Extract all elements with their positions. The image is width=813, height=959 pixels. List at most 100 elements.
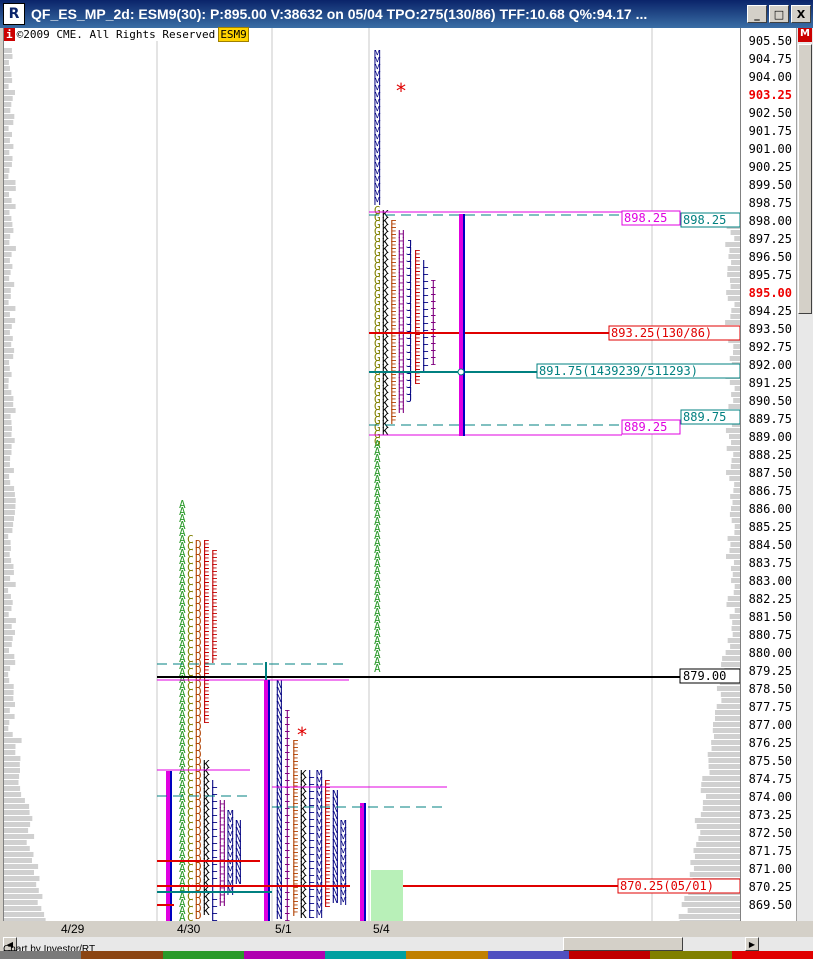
symbol-badge[interactable]: ESM9: [218, 27, 249, 42]
volume-bar: [732, 350, 740, 355]
volume-bar: [731, 518, 740, 523]
chart-canvas[interactable]: MMMMMMMMMMMMMMMMMMMMMMGGGGGGGGGGGGGGGGGG…: [4, 28, 740, 921]
volume-bar: [4, 558, 12, 563]
volume-bar: [4, 492, 15, 497]
va-bar-5-4: [459, 214, 463, 436]
volume-bar: [730, 314, 740, 319]
volume-bar: [693, 848, 740, 853]
info-badge[interactable]: i: [4, 28, 15, 41]
volume-bar: [684, 896, 740, 901]
price-tick: 869.50: [748, 898, 792, 912]
volume-bar: [4, 720, 10, 725]
volume-bar: [4, 234, 11, 239]
volume-bar: [4, 294, 11, 299]
tpo-profile-5-4: MMMMMMMMMMMMMMMMMMMMMMGGGGGGGGGGGGGGGGGG…: [374, 48, 437, 675]
volume-bar: [4, 330, 10, 335]
date-tick: 5/1: [275, 922, 292, 936]
price-tick: 871.75: [748, 844, 792, 858]
va-low-label: 889.25: [621, 419, 681, 435]
price-tick: 871.00: [748, 862, 792, 876]
volume-bar: [4, 270, 11, 275]
volume-bar: [4, 912, 45, 917]
volume-bar: [4, 438, 15, 443]
volume-bar: [4, 840, 27, 845]
tpo-letter: A: [374, 662, 381, 675]
volume-bar: [729, 380, 740, 385]
volume-bar: [702, 776, 740, 781]
vertical-scroll-thumb[interactable]: [798, 44, 812, 314]
vertical-scrollbar[interactable]: M: [796, 28, 813, 921]
volume-bar: [698, 836, 740, 841]
tpo-letter: E: [203, 713, 210, 726]
title-bar: R QF_ES_MP_2d: ESM9(30): P:895.00 V:3863…: [0, 0, 813, 28]
price-tick: 886.75: [748, 484, 792, 498]
volume-bar: [4, 798, 25, 803]
scroll-right-arrow-icon[interactable]: ▶: [745, 937, 759, 951]
volume-bar: [731, 626, 740, 631]
volume-bar: [4, 216, 12, 221]
volume-bar: [715, 710, 740, 715]
minimize-button[interactable]: _: [747, 5, 767, 23]
volume-bar: [4, 306, 16, 311]
volume-bar: [696, 824, 740, 829]
volume-bar: [4, 144, 14, 149]
prior-poc-label: 870.25(05/01): [617, 878, 740, 894]
volume-bar: [4, 150, 10, 155]
app-icon[interactable]: R: [3, 3, 25, 25]
price-tick: 888.25: [748, 448, 792, 462]
price-tick: 887.50: [748, 466, 792, 480]
volume-bar: [4, 684, 14, 689]
price-axis[interactable]: 905.50 904.75 904.00 903.25 902.50 901.75 901.…: [740, 28, 796, 921]
volume-bar: [4, 570, 14, 575]
horizontal-scrollbar[interactable]: ◀ ▶: [3, 937, 813, 951]
volume-bar: [716, 704, 740, 709]
volume-bar: [4, 516, 14, 521]
volume-bar: [721, 662, 740, 667]
tpo-letter: L: [422, 363, 429, 376]
volume-bar: [729, 512, 740, 517]
volume-bar: [4, 354, 14, 359]
volume-bar: [4, 108, 11, 113]
price-tick: 878.50: [748, 682, 792, 696]
close-button[interactable]: X: [791, 5, 811, 23]
price-tick: 905.50: [748, 34, 792, 48]
volume-bar: [4, 90, 15, 95]
volume-bar: [4, 600, 13, 605]
volume-bar: [678, 914, 740, 919]
star-icon: *: [296, 723, 308, 747]
volume-bar: [729, 248, 740, 253]
volume-bar: [716, 686, 740, 691]
m-badge[interactable]: M: [798, 28, 812, 42]
volume-bar: [730, 542, 740, 547]
volume-bar: [4, 192, 9, 197]
volume-bar: [4, 804, 30, 809]
volume-bar: [4, 528, 13, 533]
volume-bar: [4, 480, 11, 485]
tpo-letter: K: [382, 425, 389, 438]
volume-bar: [4, 72, 12, 77]
vwap-marker: [457, 368, 465, 376]
volume-bar: [4, 96, 13, 101]
volume-bar: [700, 830, 740, 835]
volume-bar: [733, 344, 740, 349]
price-tick: 889.75: [748, 412, 792, 426]
volume-bar: [4, 384, 9, 389]
volume-bar: [4, 906, 42, 911]
volume-bar: [721, 698, 740, 703]
market-profile-chart[interactable]: MMMMMMMMMMMMMMMMMMMMMMGGGGGGGGGGGGGGGGGG…: [3, 28, 740, 921]
volume-bar: [4, 78, 13, 83]
volume-bar: [702, 800, 740, 805]
volume-bar: [4, 498, 16, 503]
volume-bar: [4, 552, 10, 557]
volume-bar: [4, 210, 10, 215]
price-tick: 890.50: [748, 394, 792, 408]
price-tick: 882.25: [748, 592, 792, 606]
volume-bar: [725, 650, 740, 655]
maximize-button[interactable]: □: [769, 5, 789, 23]
horizontal-scroll-thumb[interactable]: [563, 937, 683, 951]
volume-bar: [4, 726, 9, 731]
volume-bar: [726, 290, 740, 295]
volume-bar: [733, 398, 740, 403]
tpo-letter: H: [219, 896, 226, 909]
price-tick: 889.00: [748, 430, 792, 444]
